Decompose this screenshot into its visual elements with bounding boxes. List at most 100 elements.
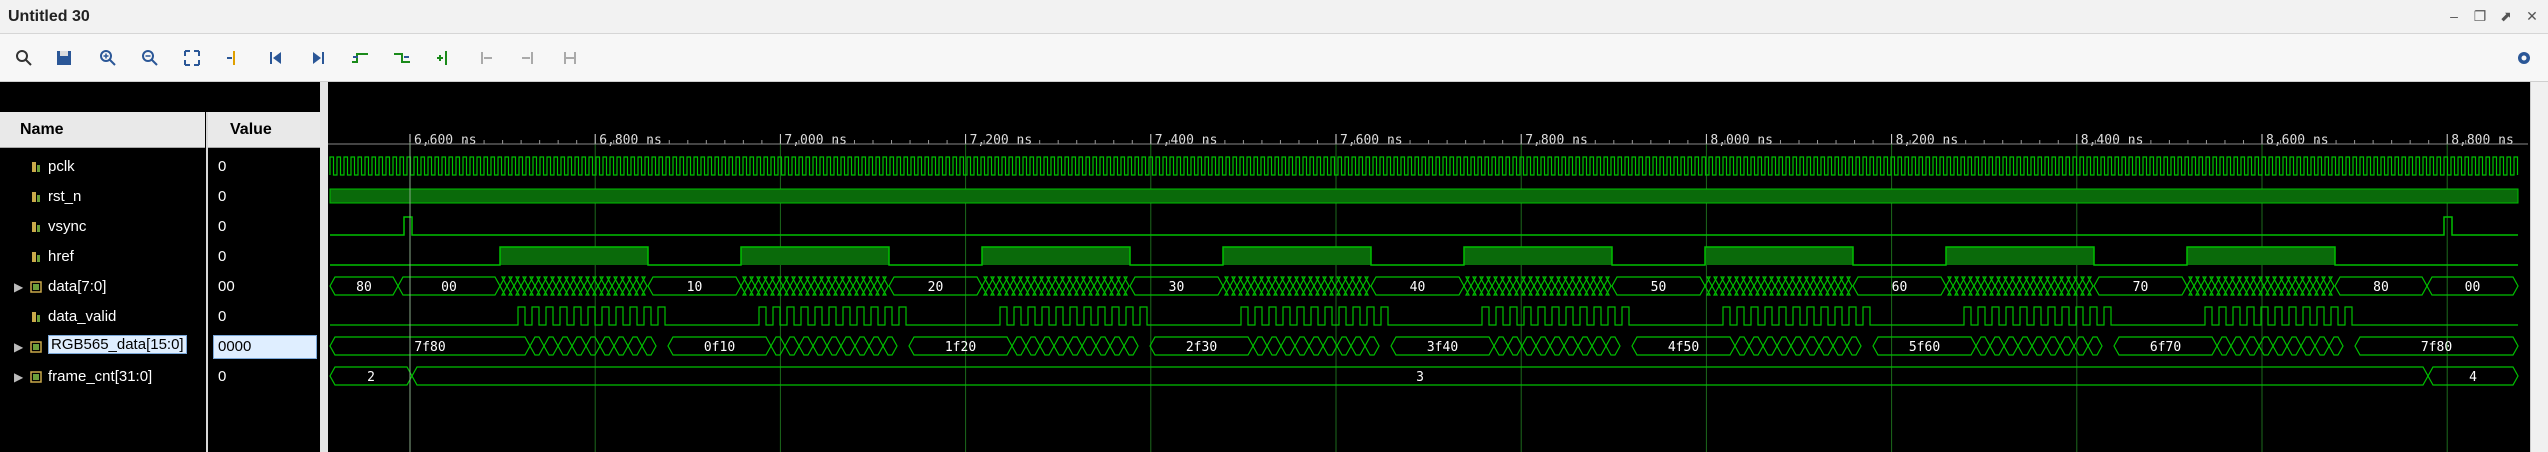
rgb565-bus-segment-label: 5f60 bbox=[1909, 340, 1940, 355]
rgb565-bus-transition bbox=[1308, 336, 1324, 356]
data-bus-transition bbox=[2078, 276, 2087, 296]
float-icon[interactable]: ⬈ bbox=[2498, 8, 2514, 24]
data-bus-transition bbox=[527, 276, 536, 296]
rgb565-bus-transition bbox=[826, 336, 842, 356]
zoom-fit-icon[interactable] bbox=[180, 46, 204, 70]
data-bus-transition bbox=[1781, 276, 1790, 296]
expand-arrow-icon[interactable]: ▶ bbox=[14, 370, 23, 384]
search-icon[interactable] bbox=[12, 46, 36, 70]
value-column-header[interactable]: Value bbox=[208, 112, 320, 148]
data-bus-transition bbox=[1732, 276, 1741, 296]
signal-row-pclk[interactable]: pclk 0 bbox=[0, 152, 320, 182]
vertical-scrollbar[interactable] bbox=[2530, 82, 2548, 452]
data-bus-transition bbox=[859, 276, 868, 296]
signal-row-frame-cnt-31-0[interactable]: ▶ frame_cnt[31:0] 0 bbox=[0, 362, 320, 392]
expand-arrow-icon[interactable]: ▶ bbox=[14, 340, 23, 354]
data-bus-transition bbox=[2057, 276, 2066, 296]
data-bus-transition bbox=[2214, 276, 2223, 296]
data-bus-transition bbox=[1760, 276, 1769, 296]
data-bus-transition bbox=[562, 276, 571, 296]
data-bus-segment-label: 20 bbox=[928, 280, 944, 295]
data-bus-transition bbox=[810, 276, 819, 296]
save-icon[interactable] bbox=[52, 46, 76, 70]
window-titlebar: Untitled 30 – ❐ ⬈ ✕ bbox=[0, 0, 2548, 34]
time-tick-label: 8,000 ns bbox=[1710, 133, 1773, 148]
data-bus-transition bbox=[2326, 276, 2335, 296]
next-transition-icon[interactable] bbox=[390, 46, 414, 70]
go-to-end-icon[interactable] bbox=[306, 46, 330, 70]
restore-icon[interactable]: ❐ bbox=[2472, 8, 2488, 24]
data-bus-transition bbox=[803, 276, 812, 296]
expand-arrow-icon[interactable]: ▶ bbox=[14, 280, 23, 294]
data-bus-segment-label: 50 bbox=[1651, 280, 1667, 295]
data-bus-transition bbox=[2193, 276, 2202, 296]
bus-signal-icon bbox=[30, 341, 42, 353]
rgb565-bus-transition bbox=[1989, 336, 2005, 356]
add-marker-icon[interactable] bbox=[432, 46, 456, 70]
time-tick-label: 7,600 ns bbox=[1340, 133, 1403, 148]
rgb565-bus-transition bbox=[1322, 336, 1338, 356]
data-bus-transition bbox=[761, 276, 770, 296]
rgb565-bus-transition bbox=[571, 336, 587, 356]
data-bus-transition bbox=[569, 276, 578, 296]
rgb565-bus-transition bbox=[2087, 336, 2103, 356]
waveform-toolbar bbox=[0, 34, 2548, 82]
data-bus-transition bbox=[1477, 276, 1486, 296]
data-bus-transition bbox=[506, 276, 515, 296]
signal-row-vsync[interactable]: vsync 0 bbox=[0, 212, 320, 242]
go-to-cursor-icon[interactable] bbox=[222, 46, 246, 70]
rgb565-bus-transition bbox=[1095, 336, 1111, 356]
vsync-wave bbox=[330, 216, 2518, 236]
data-bus-transition bbox=[1100, 276, 1109, 296]
data-bus-transition bbox=[1547, 276, 1556, 296]
signal-row-data-7-0[interactable]: ▶ data[7:0] 00 bbox=[0, 272, 320, 302]
time-tick-label: 8,800 ns bbox=[2451, 133, 2514, 148]
data-bus-segment-label: 60 bbox=[1892, 280, 1908, 295]
go-to-start-icon[interactable] bbox=[264, 46, 288, 70]
signal-row-rgb565-data-15-0[interactable]: ▶ RGB565_data[15:0] 0000 bbox=[0, 332, 320, 362]
data-bus-transition bbox=[1229, 276, 1238, 296]
data-valid-wave bbox=[330, 306, 2518, 326]
data-bus-transition bbox=[520, 276, 529, 296]
data-bus-transition bbox=[838, 276, 847, 296]
zoom-out-icon[interactable] bbox=[138, 46, 162, 70]
rgb565-bus-transition bbox=[2286, 336, 2302, 356]
rgb565-bus-transition bbox=[1521, 336, 1537, 356]
signal-row-data-valid[interactable]: data_valid 0 bbox=[0, 302, 320, 332]
previous-transition-icon[interactable] bbox=[348, 46, 372, 70]
data-bus-segment-label: 70 bbox=[2133, 280, 2149, 295]
data-bus-transition bbox=[632, 276, 641, 296]
bit-signal-icon bbox=[32, 222, 40, 232]
data-bus-transition bbox=[768, 276, 777, 296]
href-high-region bbox=[1223, 247, 1371, 265]
data-bus-transition bbox=[1994, 276, 2003, 296]
name-column-header[interactable]: Name bbox=[0, 112, 205, 148]
data-bus-transition bbox=[2270, 276, 2279, 296]
signal-row-href[interactable]: href 0 bbox=[0, 242, 320, 272]
waveform-canvas[interactable]: 6,600 ns 6,800 ns 7,000 ns 7,200 ns 7,400 ns… bbox=[328, 82, 2530, 452]
rst-n-wave bbox=[329, 188, 2519, 204]
rgb565-bus-transition bbox=[798, 336, 814, 356]
rgb565-bus-segment-label: 2f30 bbox=[1186, 340, 1217, 355]
signal-row-rst-n[interactable]: rst_n 0 bbox=[0, 182, 320, 212]
data-bus-transition bbox=[2221, 276, 2230, 296]
rgb565-bus-transition bbox=[1818, 336, 1834, 356]
rgb565-bus-transition bbox=[812, 336, 828, 356]
rgb565-bus-transition bbox=[1846, 336, 1862, 356]
data-bus-transition bbox=[2043, 276, 2052, 296]
minimize-icon[interactable]: – bbox=[2446, 8, 2462, 24]
data-bus-transition bbox=[1809, 276, 1818, 296]
rgb565-bus-transition bbox=[2314, 336, 2330, 356]
rgb565-bus-transition bbox=[543, 336, 559, 356]
data-bus-transition bbox=[541, 276, 550, 296]
rgb565-bus-transition bbox=[1748, 336, 1764, 356]
data-bus-transition bbox=[1341, 276, 1350, 296]
zoom-in-icon[interactable] bbox=[96, 46, 120, 70]
waveform-splitter[interactable] bbox=[320, 82, 328, 452]
data-bus-transition bbox=[1753, 276, 1762, 296]
gear-icon[interactable] bbox=[2512, 46, 2536, 70]
close-icon[interactable]: ✕ bbox=[2524, 8, 2540, 24]
pclk-wave bbox=[329, 156, 2519, 176]
rgb565-bus-transition bbox=[1039, 336, 1055, 356]
rgb565-bus-transition bbox=[1591, 336, 1607, 356]
